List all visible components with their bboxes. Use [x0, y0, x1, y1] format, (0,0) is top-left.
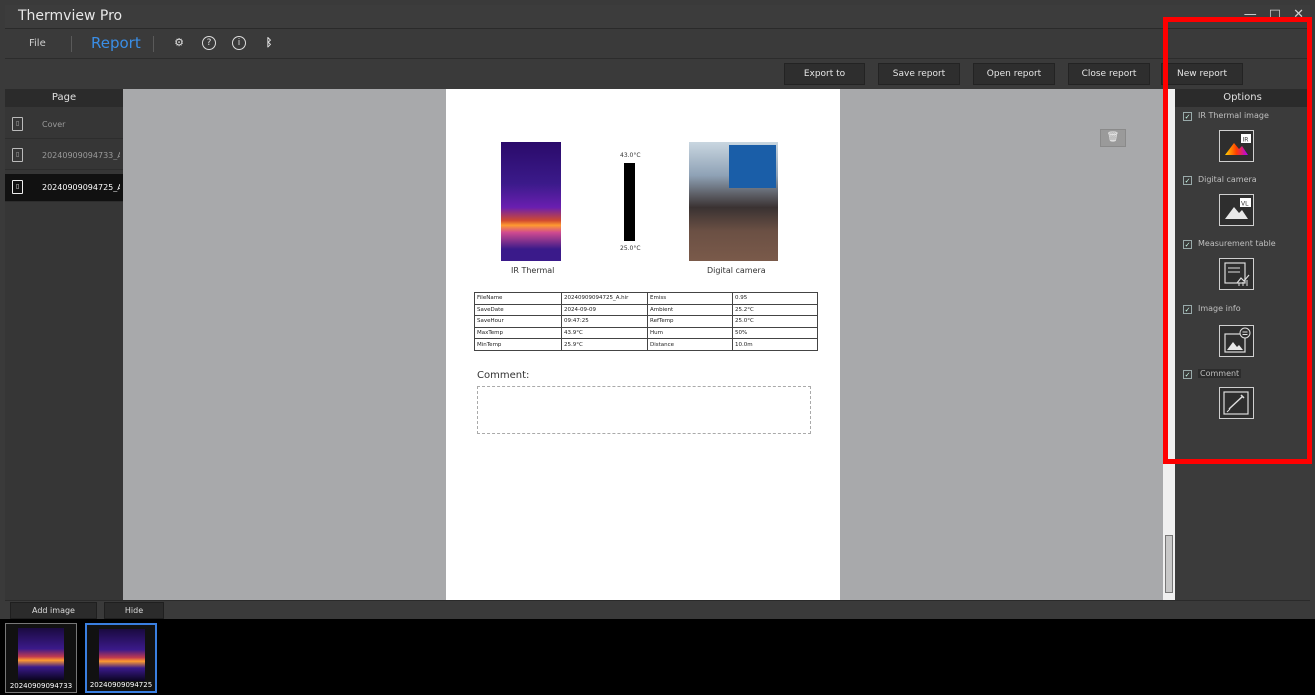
table-row: MinTemp 25.9°C Distance 10.0m — [474, 338, 818, 351]
close-report-button[interactable]: Close report — [1068, 63, 1150, 85]
table-cell: MinTemp — [474, 338, 562, 351]
document-icon: ▯ — [12, 180, 23, 194]
page-panel: Page ▯ Cover ▯ 20240909094733_A.hir ▯ 20… — [5, 89, 123, 600]
menu-divider — [71, 36, 72, 52]
table-row: MaxTemp 43.9°C Hum 50% — [474, 326, 818, 340]
document-icon: ▯ — [12, 148, 23, 162]
table-row: SaveDate 2024-09-09 Ambient 25.2°C — [474, 303, 818, 317]
save-report-button[interactable]: Save report — [878, 63, 960, 85]
document-icon: ▯ — [12, 117, 23, 131]
table-cell: 2024-09-09 — [561, 303, 648, 317]
table-cell: MaxTemp — [474, 326, 562, 340]
page-item-cover[interactable]: ▯ Cover — [5, 111, 123, 139]
table-cell: 20240909094725_A.hir — [561, 292, 648, 305]
scale-max-label: 43.0°C — [620, 152, 641, 159]
page-item-label: Cover — [42, 120, 66, 129]
open-report-button[interactable]: Open report — [973, 63, 1055, 85]
help-icon[interactable]: ? — [202, 36, 216, 50]
thumbnail-image — [18, 628, 64, 680]
temperature-scale-bar — [624, 163, 635, 241]
table-cell: Hum — [647, 326, 733, 340]
menu-bar: File Report ⚙ ? i ᛒ — [5, 29, 1310, 59]
table-cell: Ambient — [647, 303, 733, 317]
bluetooth-icon[interactable]: ᛒ — [262, 36, 276, 50]
thumbnail-label: 20240909094725 — [89, 681, 153, 689]
table-cell: SaveHour — [474, 315, 562, 328]
thumbnail[interactable]: 20240909094733 — [5, 623, 77, 693]
table-cell: 25.0°C — [732, 315, 818, 328]
page-item[interactable]: ▯ 20240909094733_A.hir — [5, 142, 123, 170]
table-cell: Emiss — [647, 292, 733, 305]
table-cell: 10.0m — [732, 338, 818, 351]
table-cell: SaveDate — [474, 303, 562, 317]
menu-report[interactable]: Report — [91, 34, 141, 52]
table-cell: Distance — [647, 338, 733, 351]
app-title: Thermview Pro — [18, 8, 123, 24]
export-button[interactable]: Export to — [784, 63, 865, 85]
toolbar: Export to Save report Open report Close … — [5, 59, 1310, 89]
add-image-button[interactable]: Add image — [10, 602, 97, 619]
scale-min-label: 25.0°C — [620, 245, 641, 252]
page-item-label: 20240909094725_A.hir — [42, 183, 120, 192]
page-item-label: 20240909094733_A.hir — [42, 151, 120, 160]
measurement-table: FileName 20240909094725_A.hir Emiss 0.95… — [474, 292, 818, 351]
thumbnail-label: 20240909094733 — [9, 682, 73, 690]
menu-file[interactable]: File — [29, 38, 46, 49]
trash-icon[interactable]: 🗑 — [1100, 129, 1126, 147]
table-cell: 09:47:25 — [561, 315, 648, 328]
gear-icon[interactable]: ⚙ — [172, 36, 186, 50]
ir-caption: IR Thermal — [511, 266, 555, 275]
thumbnail-image — [99, 629, 145, 681]
comment-box[interactable] — [477, 386, 811, 434]
table-cell: 50% — [732, 326, 818, 340]
table-row: FileName 20240909094725_A.hir Emiss 0.95 — [474, 292, 818, 305]
digital-camera-image-detail — [729, 145, 776, 188]
table-cell: RefTemp — [647, 315, 733, 328]
info-icon[interactable]: i — [232, 36, 246, 50]
table-cell: 25.9°C — [561, 338, 648, 351]
ir-thermal-image[interactable] — [501, 142, 561, 261]
page-item-selected[interactable]: ▯ 20240909094725_A.hir — [5, 174, 123, 202]
vl-caption: Digital camera — [707, 266, 766, 275]
thumbnail-strip — [0, 619, 1315, 695]
comment-label: Comment: — [477, 370, 530, 381]
page-panel-header: Page — [5, 89, 123, 107]
table-cell: 0.95 — [732, 292, 818, 305]
menu-divider — [153, 36, 154, 52]
thumbnail-selected[interactable]: 20240909094725 — [85, 623, 157, 693]
table-cell: FileName — [474, 292, 562, 305]
table-row: SaveHour 09:47:25 RefTemp 25.0°C — [474, 315, 818, 328]
highlight-box — [1163, 17, 1312, 464]
table-cell: 43.9°C — [561, 326, 648, 340]
scrollbar-thumb[interactable] — [1165, 535, 1173, 593]
bottom-bar: Add image Hide — [5, 600, 1310, 619]
title-bar: Thermview Pro — □ ✕ — [5, 5, 1310, 29]
table-cell: 25.2°C — [732, 303, 818, 317]
hide-button[interactable]: Hide — [104, 602, 164, 619]
